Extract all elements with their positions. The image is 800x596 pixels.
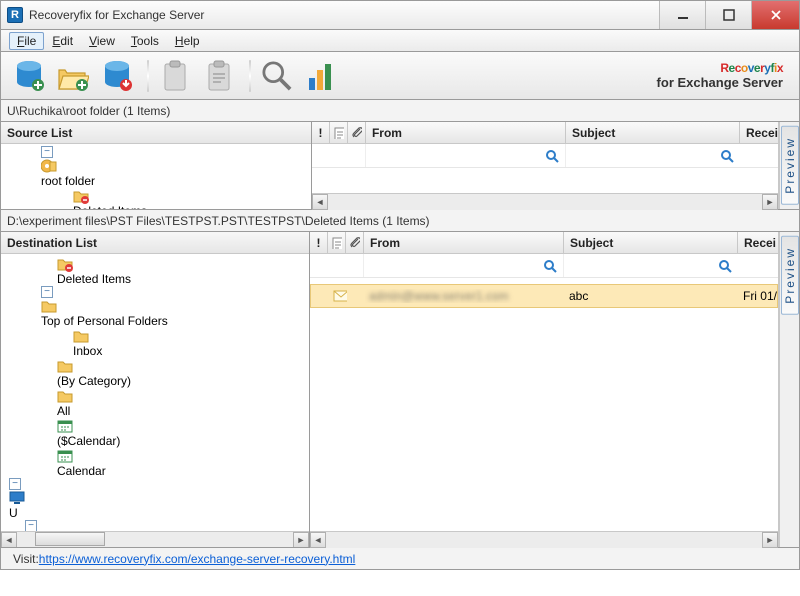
col-type-icon[interactable] (328, 232, 346, 253)
scroll-right-icon[interactable]: ► (762, 194, 778, 210)
menu-help[interactable]: Help (167, 32, 208, 50)
tree-node[interactable]: Inbox (73, 344, 102, 358)
destination-pane: Destination List Deleted Items − Top of P… (0, 232, 800, 548)
dest-message-list[interactable]: admin@www.server1.com abc Fri 01/ (310, 278, 778, 531)
window-title: Recoveryfix for Exchange Server (29, 8, 659, 22)
search-subject[interactable] (564, 254, 738, 277)
source-tree[interactable]: −root folder Deleted Items Inbox Outbox (1, 144, 311, 209)
col-subject[interactable]: Subject (566, 122, 740, 143)
col-from[interactable]: From (366, 122, 566, 143)
source-preview-tab[interactable]: Preview (779, 122, 799, 209)
dest-path-bar: D:\experiment files\PST Files\TESTPST.PS… (0, 210, 800, 232)
message-row[interactable]: admin@www.server1.com abc Fri 01/ (310, 284, 778, 308)
brand-sub: for Exchange Server (657, 75, 783, 90)
folder-icon (57, 388, 73, 404)
mail-icon (329, 288, 347, 304)
app-icon: R (7, 7, 23, 23)
source-pane: Source List −root folder Deleted Items I… (0, 122, 800, 210)
close-button[interactable] (751, 1, 799, 29)
folder-icon (73, 328, 89, 344)
col-from[interactable]: From (364, 232, 564, 253)
folder-icon (41, 298, 57, 314)
col-flag[interactable]: ! (310, 232, 328, 253)
menu-tools[interactable]: Tools (123, 32, 167, 50)
source-columns: ! From Subject Recei (312, 122, 778, 144)
col-received[interactable]: Recei (740, 122, 778, 143)
status-bar: Visit: https://www.recoveryfix.com/excha… (0, 548, 800, 570)
calendar-icon (57, 418, 73, 434)
col-received[interactable]: Recei (738, 232, 778, 253)
dest-preview-tab[interactable]: Preview (779, 232, 799, 547)
message-received: Fri 01/ (739, 289, 777, 303)
menu-view[interactable]: View (81, 32, 123, 50)
root-folder-icon (41, 158, 57, 174)
tree-node[interactable]: Top of Personal Folders (41, 314, 168, 328)
tool-save-source[interactable] (97, 56, 137, 96)
message-from: admin@www.server1.com (365, 289, 565, 303)
tool-report[interactable] (301, 56, 341, 96)
expand-icon[interactable]: − (41, 146, 53, 158)
expand-icon[interactable]: − (41, 286, 53, 298)
col-attachment-icon[interactable] (346, 232, 364, 253)
minimize-button[interactable] (659, 1, 705, 29)
tool-open-folder[interactable] (53, 56, 93, 96)
expand-icon[interactable]: − (9, 478, 21, 490)
status-label: Visit: (13, 552, 39, 566)
monitor-icon (9, 490, 25, 506)
tool-search[interactable] (257, 56, 297, 96)
menu-edit[interactable]: Edit (44, 32, 81, 50)
deleted-folder-icon (57, 256, 73, 272)
dest-search-row (310, 254, 778, 278)
dest-columns: ! From Subject Recei (310, 232, 778, 254)
dest-list-header: Destination List (1, 232, 309, 254)
col-flag[interactable]: ! (312, 122, 330, 143)
message-subject: abc (565, 289, 739, 303)
tree-node[interactable]: (By Category) (57, 374, 131, 388)
scroll-right-icon[interactable]: ► (762, 532, 778, 548)
source-path-bar: U\Ruchika\root folder (1 Items) (0, 100, 800, 122)
window-titlebar: R Recoveryfix for Exchange Server (0, 0, 800, 30)
scroll-left-icon[interactable]: ◄ (310, 532, 326, 548)
status-link[interactable]: https://www.recoveryfix.com/exchange-ser… (39, 552, 356, 566)
dest-tree-hscroll[interactable]: ◄ ► (1, 531, 309, 547)
brand-logo: Recoveryfix for Exchange Server (657, 61, 791, 90)
toolbar: Recoveryfix for Exchange Server (0, 52, 800, 100)
col-subject[interactable]: Subject (564, 232, 738, 253)
tree-node-root[interactable]: root folder (41, 174, 95, 188)
expand-icon[interactable]: − (25, 520, 37, 531)
calendar-icon (57, 448, 73, 464)
tool-copy[interactable] (155, 56, 195, 96)
source-list-header: Source List (1, 122, 311, 144)
deleted-folder-icon (73, 188, 89, 204)
menubar: File Edit View Tools Help (0, 30, 800, 52)
search-from[interactable] (366, 144, 566, 167)
tree-node[interactable]: ($Calendar) (57, 434, 120, 448)
tree-node[interactable]: Deleted Items (73, 204, 147, 209)
tree-node[interactable]: Calendar (57, 464, 106, 478)
tool-paste[interactable] (199, 56, 239, 96)
search-subject[interactable] (566, 144, 740, 167)
toolbar-separator (249, 60, 251, 92)
source-message-list[interactable] (312, 168, 778, 193)
scroll-left-icon[interactable]: ◄ (312, 194, 328, 210)
tree-node[interactable]: Deleted Items (57, 272, 131, 286)
dest-hscroll[interactable]: ◄► (310, 531, 778, 547)
dest-tree[interactable]: Deleted Items − Top of Personal Folders I… (1, 254, 309, 531)
toolbar-separator (147, 60, 149, 92)
scroll-left-icon[interactable]: ◄ (1, 532, 17, 548)
search-from[interactable] (364, 254, 564, 277)
folder-icon (57, 358, 73, 374)
col-type-icon[interactable] (330, 122, 348, 143)
tree-node[interactable]: U (9, 506, 18, 520)
scroll-right-icon[interactable]: ► (293, 532, 309, 548)
menu-file[interactable]: File (9, 32, 44, 50)
source-hscroll[interactable]: ◄► (312, 193, 778, 209)
tool-add-source[interactable] (9, 56, 49, 96)
tree-node[interactable]: All (57, 404, 70, 418)
maximize-button[interactable] (705, 1, 751, 29)
col-attachment-icon[interactable] (348, 122, 366, 143)
source-search-row (312, 144, 778, 168)
